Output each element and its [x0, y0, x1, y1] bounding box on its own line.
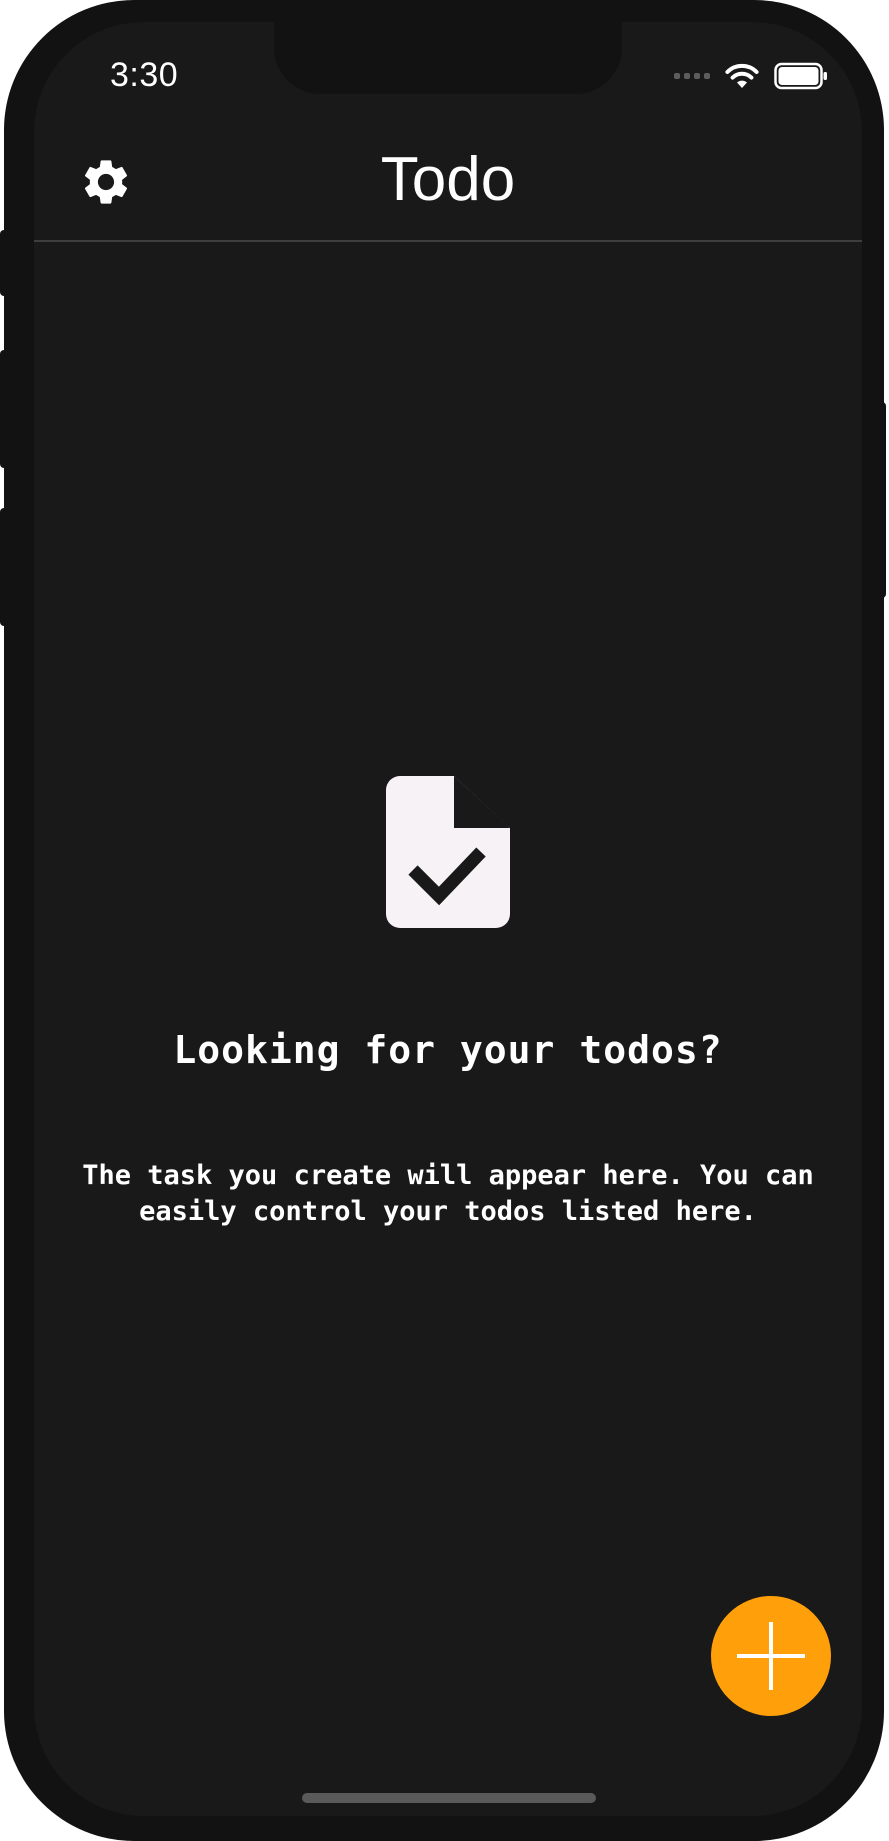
- cellular-signal-icon: [674, 73, 710, 79]
- empty-state: Looking for your todos? The task you cre…: [34, 776, 862, 1230]
- device-frame: 3:30 Todo Looking for your todos? The ta…: [0, 0, 886, 1841]
- page-title: Todo: [380, 145, 516, 214]
- power-button: [878, 402, 886, 598]
- add-todo-button[interactable]: [711, 1596, 831, 1716]
- home-indicator[interactable]: [302, 1793, 596, 1803]
- status-time: 3:30: [110, 56, 179, 94]
- volume-up-button: [0, 350, 8, 468]
- document-check-icon: [386, 776, 510, 928]
- status-icons: [674, 62, 828, 90]
- app-header: Todo: [34, 122, 862, 242]
- battery-icon: [774, 62, 827, 90]
- empty-state-title: Looking for your todos?: [173, 1028, 723, 1072]
- screen: 3:30 Todo Looking for your todos? The ta…: [34, 22, 862, 1816]
- empty-state-description: The task you create will appear here. Yo…: [82, 1160, 814, 1227]
- plus-icon: [737, 1622, 805, 1690]
- wifi-icon: [725, 63, 759, 88]
- volume-down-button: [0, 508, 8, 626]
- notch: [274, 22, 622, 94]
- mute-switch: [0, 230, 8, 296]
